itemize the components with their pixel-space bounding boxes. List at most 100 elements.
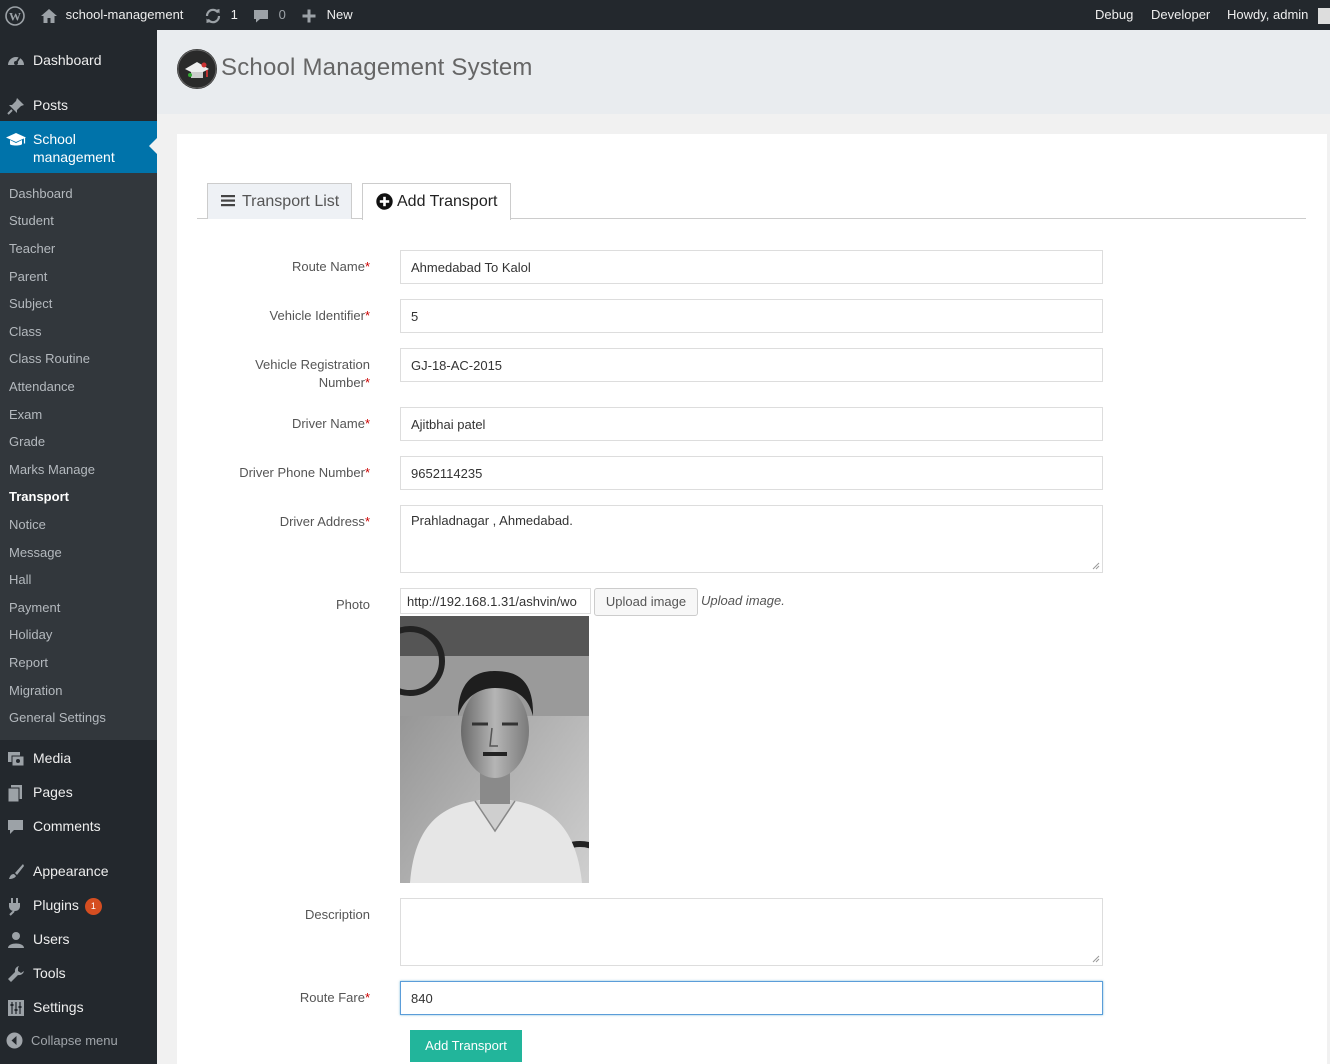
submenu-item-notice[interactable]: Notice bbox=[9, 517, 46, 533]
collapse-menu-label: Collapse menu bbox=[31, 1033, 118, 1048]
driver-address-value: Prahladnagar , Ahmedabad. bbox=[411, 513, 573, 528]
menu-plugins-label: Plugins 1 bbox=[33, 896, 102, 915]
plug-icon bbox=[9, 898, 20, 916]
admin-bar: W school-management 1 0 New Debug Develo… bbox=[0, 0, 1330, 30]
comments-link[interactable]: 0 bbox=[252, 0, 286, 30]
debug-link[interactable]: Debug bbox=[1095, 0, 1133, 30]
vehicle-identifier-label-text: Vehicle Identifier bbox=[269, 308, 365, 323]
submenu-item-holiday[interactable]: Holiday bbox=[9, 627, 52, 643]
upload-image-hint: Upload image. bbox=[701, 593, 785, 608]
new-content-link[interactable]: New bbox=[301, 0, 353, 30]
svg-text:W: W bbox=[9, 9, 21, 23]
new-label: New bbox=[326, 7, 353, 22]
submenu-item-report[interactable]: Report bbox=[9, 655, 48, 671]
app-title: School Management System bbox=[221, 54, 533, 81]
driver-name-label: Driver Name* bbox=[292, 415, 370, 433]
required-mark: * bbox=[364, 514, 370, 529]
updates-link[interactable]: 1 bbox=[204, 0, 238, 30]
vehicle-registration-input[interactable] bbox=[400, 348, 1103, 382]
route-fare-input[interactable] bbox=[400, 981, 1103, 1015]
submenu-item-class[interactable]: Class bbox=[9, 324, 42, 340]
submenu-item-dashboard[interactable]: Dashboard bbox=[9, 186, 73, 202]
submenu-item-hall[interactable]: Hall bbox=[9, 572, 31, 588]
site-home-link[interactable]: school-management bbox=[40, 0, 183, 30]
submenu-item-payment[interactable]: Payment bbox=[9, 600, 60, 616]
photo-label: Photo bbox=[336, 597, 370, 612]
collapse-menu-button[interactable]: Collapse menu bbox=[0, 1030, 157, 1052]
menu-tools-label: Tools bbox=[33, 965, 66, 981]
driver-photo bbox=[400, 616, 589, 883]
driver-phone-input[interactable] bbox=[400, 456, 1103, 490]
resize-grip-icon[interactable] bbox=[1091, 954, 1100, 963]
description-textarea[interactable] bbox=[400, 898, 1103, 966]
menu-school-management-label: School management bbox=[33, 131, 115, 165]
menu-pages-label: Pages bbox=[33, 784, 73, 800]
menu-users-label: Users bbox=[33, 931, 70, 947]
tab-add-transport[interactable]: Add Transport bbox=[362, 183, 511, 220]
vehicle-identifier-input[interactable] bbox=[400, 299, 1103, 333]
school-logo-icon bbox=[177, 49, 217, 89]
submenu-item-general-settings[interactable]: General Settings bbox=[9, 710, 106, 726]
pages-icon bbox=[7, 785, 22, 803]
submenu-item-migration[interactable]: Migration bbox=[9, 683, 62, 699]
driver-address-label-text: Driver Address bbox=[279, 514, 365, 529]
required-mark: * bbox=[364, 308, 370, 323]
add-transport-submit-button[interactable]: Add Transport bbox=[410, 1030, 522, 1062]
submenu-item-class-routine[interactable]: Class Routine bbox=[9, 351, 90, 367]
comment-bubble-icon bbox=[8, 820, 23, 834]
route-name-label-text: Route Name bbox=[291, 259, 365, 274]
tab-transport-list-label: Transport List bbox=[242, 193, 340, 210]
comment-bubble-icon bbox=[254, 9, 268, 23]
required-mark: * bbox=[364, 990, 370, 1005]
comments-count: 0 bbox=[278, 7, 286, 22]
submenu-item-transport[interactable]: Transport bbox=[9, 489, 69, 505]
collapse-arrow-icon bbox=[6, 1032, 23, 1049]
site-name: school-management bbox=[65, 7, 184, 22]
submenu-item-marks-manage[interactable]: Marks Manage bbox=[9, 462, 95, 478]
pushpin-icon bbox=[7, 98, 24, 115]
upload-image-button[interactable]: Upload image bbox=[594, 588, 698, 616]
refresh-icon bbox=[205, 8, 221, 23]
settings-sliders-icon bbox=[8, 1000, 24, 1016]
submenu-item-grade[interactable]: Grade bbox=[9, 434, 45, 450]
driver-name-label-text: Driver Name bbox=[291, 416, 365, 431]
route-fare-label-text: Route Fare bbox=[299, 990, 365, 1005]
submenu-item-parent[interactable]: Parent bbox=[9, 269, 47, 285]
user-icon bbox=[8, 932, 24, 948]
driver-name-input[interactable] bbox=[400, 407, 1103, 441]
resize-grip-icon[interactable] bbox=[1091, 561, 1100, 570]
submenu-item-subject[interactable]: Subject bbox=[9, 296, 52, 312]
submenu-item-message[interactable]: Message bbox=[9, 545, 62, 561]
submenu-item-attendance[interactable]: Attendance bbox=[9, 379, 75, 395]
menu-media-label: Media bbox=[33, 750, 72, 766]
submenu-item-exam[interactable]: Exam bbox=[9, 407, 42, 423]
vehicle-registration-label-line1: Vehicle Registration bbox=[255, 357, 370, 372]
avatar bbox=[1318, 7, 1330, 24]
driver-portrait-image bbox=[400, 616, 589, 883]
driver-address-textarea[interactable]: Prahladnagar , Ahmedabad. bbox=[400, 505, 1103, 573]
driver-address-label: Driver Address* bbox=[280, 513, 370, 531]
menu-posts-label: Posts bbox=[33, 97, 69, 113]
howdy-label: Howdy, admin bbox=[1227, 7, 1309, 22]
photo-url-input[interactable] bbox=[400, 588, 591, 614]
route-name-input[interactable] bbox=[400, 250, 1103, 284]
school-submenu: Dashboard Student Teacher Parent Subject… bbox=[0, 173, 157, 740]
account-menu[interactable]: Howdy, admin bbox=[1227, 0, 1330, 30]
required-mark: * bbox=[364, 259, 370, 274]
wordpress-logo-icon[interactable]: W bbox=[5, 0, 25, 30]
plugins-update-badge: 1 bbox=[84, 898, 102, 915]
menu-dashboard-label: Dashboard bbox=[33, 52, 102, 68]
menu-school-management[interactable]: School management bbox=[0, 121, 157, 173]
updates-count: 1 bbox=[230, 7, 238, 22]
required-mark: * bbox=[364, 416, 370, 431]
route-name-label: Route Name* bbox=[292, 258, 370, 276]
tab-transport-list[interactable]: Transport List bbox=[207, 183, 352, 219]
graduation-cap-icon bbox=[6, 133, 26, 146]
plus-circle-icon bbox=[376, 193, 393, 210]
submenu-item-teacher[interactable]: Teacher bbox=[9, 241, 55, 257]
developer-link[interactable]: Developer bbox=[1151, 0, 1210, 30]
vehicle-identifier-label: Vehicle Identifier* bbox=[270, 307, 370, 325]
description-label: Description bbox=[304, 907, 370, 922]
submenu-item-student[interactable]: Student bbox=[9, 213, 54, 229]
menu-appearance-label: Appearance bbox=[33, 863, 109, 879]
